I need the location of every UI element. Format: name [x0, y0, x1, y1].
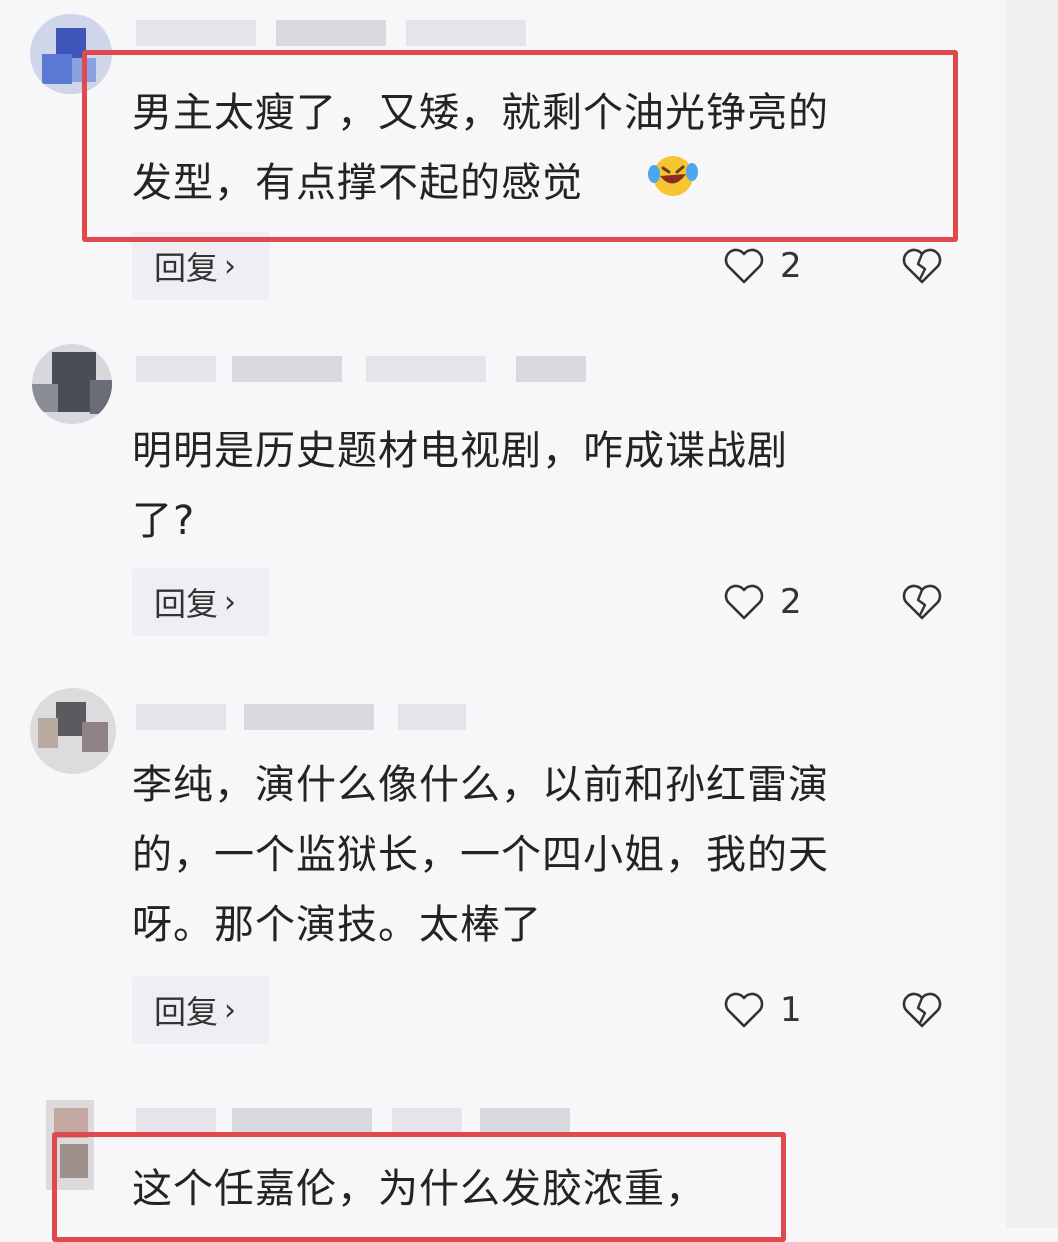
username-blurred[interactable] [136, 20, 536, 46]
comment-2: 明明是历史题材电视剧，咋成谍战剧 了? 回复 › 2 [0, 330, 1000, 660]
like-count: 1 [780, 990, 802, 1030]
heart-outline-icon [724, 248, 764, 284]
comment-text: 李纯，演什么像什么，以前和孙红雷演 的，一个监狱长，一个四小姐，我的天 呀。那个… [132, 762, 829, 948]
chevron-right-icon: › [224, 584, 237, 620]
like-button[interactable]: 1 [722, 990, 802, 1030]
like-button[interactable]: 2 [722, 582, 802, 622]
username-blurred[interactable] [136, 1108, 576, 1134]
username-blurred[interactable] [136, 704, 476, 730]
reply-button[interactable]: 回复 › [132, 568, 270, 636]
chevron-right-icon: › [224, 248, 237, 284]
heart-outline-icon [724, 584, 764, 620]
dislike-button[interactable] [900, 990, 944, 1034]
dislike-button[interactable] [900, 582, 944, 626]
like-count: 2 [780, 582, 802, 622]
reply-button[interactable]: 回复 › [132, 976, 270, 1044]
broken-heart-icon [902, 584, 942, 620]
comment-4: 这个任嘉伦，为什么发胶浓重， [0, 1090, 1000, 1242]
highlight-box [82, 50, 958, 242]
reply-button[interactable]: 回复 › [132, 232, 270, 300]
reply-label: 回复 [154, 993, 219, 1031]
comment-3: 李纯，演什么像什么，以前和孙红雷演 的，一个监狱长，一个四小姐，我的天 呀。那个… [0, 680, 1000, 1080]
highlight-box [52, 1132, 786, 1242]
dislike-button[interactable] [900, 246, 944, 290]
heart-outline-icon [724, 992, 764, 1028]
avatar[interactable] [30, 688, 116, 774]
comment-text: 明明是历史题材电视剧，咋成谍战剧 了? [132, 428, 788, 544]
reply-label: 回复 [154, 585, 219, 623]
username-blurred[interactable] [136, 356, 596, 382]
chevron-right-icon: › [224, 992, 237, 1028]
side-margin [1006, 0, 1058, 1228]
like-count: 2 [780, 246, 802, 286]
broken-heart-icon [902, 992, 942, 1028]
avatar[interactable] [32, 344, 112, 424]
like-button[interactable]: 2 [722, 246, 802, 286]
comment-1: 男主太瘦了，又矮，就剩个油光铮亮的 发型，有点撑不起的感觉 回复 › 2 [0, 0, 1000, 320]
reply-label: 回复 [154, 249, 219, 287]
broken-heart-icon [902, 248, 942, 284]
